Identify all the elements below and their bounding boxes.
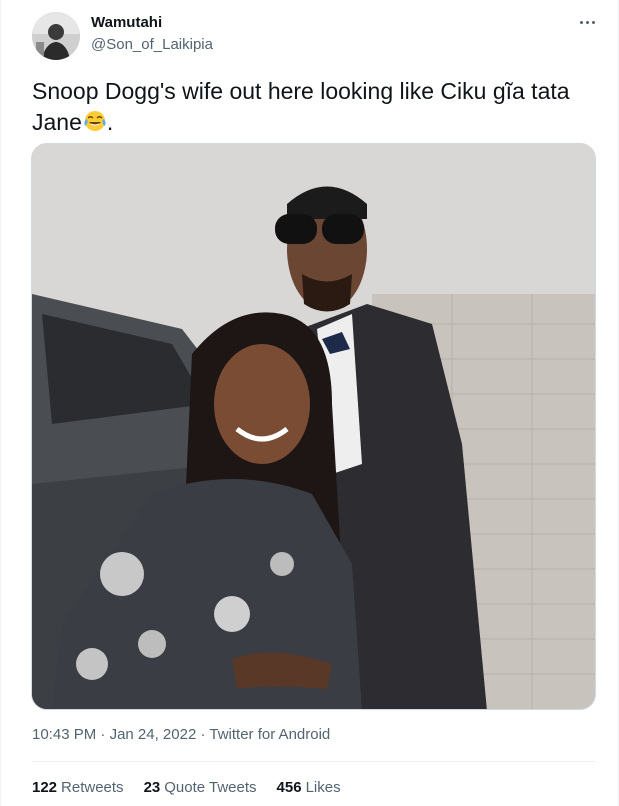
more-dot: [591, 20, 595, 24]
face-with-tears-of-joy-icon: [84, 111, 106, 131]
meta-separator: ·: [96, 726, 110, 743]
meta-separator-2: ·: [196, 726, 210, 743]
retweets-stat[interactable]: 122 Retweets: [32, 779, 124, 796]
quote-tweets-label: Quote Tweets: [164, 779, 257, 796]
tweet-timestamp: 10:43 PM · Jan 24, 2022 · Twitter for An…: [32, 726, 330, 743]
profile-avatar-icon: [32, 12, 80, 60]
likes-label: Likes: [305, 779, 341, 796]
more-options-button[interactable]: [573, 10, 601, 34]
likes-count: 456: [276, 779, 302, 796]
retweets-count: 122: [32, 779, 58, 796]
tweet-stats: 122 Retweets 23 Quote Tweets 456 Likes: [32, 779, 361, 796]
quote-tweets-count: 23: [143, 779, 161, 796]
retweets-label: Retweets: [61, 779, 124, 796]
likes-stat[interactable]: 456 Likes: [277, 779, 341, 796]
more-dot: [585, 20, 589, 24]
tweet-card: Wamutahi @Son_of_Laikipia Snoop Dogg's w…: [0, 0, 619, 806]
divider: [32, 761, 597, 762]
tweet-photo[interactable]: [31, 143, 596, 710]
author-avatar[interactable]: [32, 12, 80, 60]
tweet-trailing: .: [106, 109, 114, 135]
tweet-text: Snoop Dogg's wife out here looking like …: [32, 76, 592, 138]
more-horizontal-icon: [579, 20, 583, 24]
tweet-time[interactable]: 10:43 PM: [32, 726, 96, 743]
author-name[interactable]: Wamutahi: [91, 14, 162, 31]
quote-tweets-stat[interactable]: 23 Quote Tweets: [144, 779, 257, 796]
photo-illustration: [32, 144, 595, 709]
tweet-date[interactable]: Jan 24, 2022: [110, 726, 197, 743]
tweet-source[interactable]: Twitter for Android: [209, 726, 330, 743]
author-handle[interactable]: @Son_of_Laikipia: [91, 36, 213, 53]
